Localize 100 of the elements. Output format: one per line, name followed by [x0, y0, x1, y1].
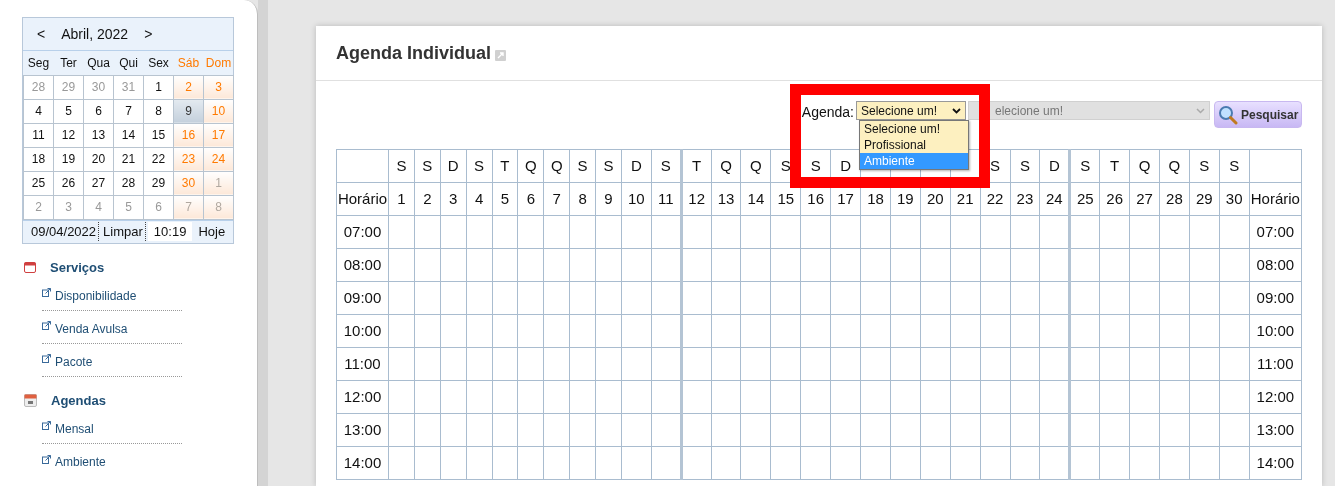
weekday-letter: D	[440, 149, 467, 183]
day-number: 8	[569, 182, 596, 216]
section-title: Agendas	[51, 391, 106, 410]
weekday-letter: S	[414, 149, 441, 183]
external-link-icon	[42, 354, 51, 363]
dropdown-option[interactable]: Profissional	[860, 137, 968, 153]
time-cell: 09:00	[1249, 281, 1302, 315]
day-number: 14	[741, 182, 771, 216]
column-header: Horário	[1249, 182, 1302, 216]
weekday-letter: T	[1099, 149, 1130, 183]
day-number: 11	[651, 182, 682, 216]
dropdown-option[interactable]: Selecione um!	[860, 121, 968, 137]
time-cell: 07:00	[1249, 215, 1302, 249]
time-cell: 14:00	[1249, 446, 1302, 480]
external-link-icon[interactable]	[495, 49, 506, 61]
weekday-letter: T	[681, 149, 712, 183]
weekday-label: Sáb	[173, 51, 204, 75]
day-number: 29	[1189, 182, 1220, 216]
calendar-day[interactable]: 4	[23, 99, 54, 123]
search-icon	[1218, 104, 1238, 125]
weekday-letter: S	[1010, 149, 1040, 183]
time-cell: 13:00	[1249, 413, 1302, 447]
weekday-letter: S	[595, 149, 622, 183]
weekday-letter: Q	[1159, 149, 1190, 183]
day-number: 22	[980, 182, 1010, 216]
sidebar-link[interactable]: Ambiente	[55, 453, 106, 471]
calendar-day[interactable]: 25	[23, 171, 54, 195]
day-number: 10	[621, 182, 652, 216]
weekday-letter: Q	[517, 149, 544, 183]
chevron-down-icon	[952, 107, 961, 114]
calendar-day[interactable]: 1	[143, 75, 174, 99]
time-cell: 11:00	[336, 347, 389, 381]
calendar-day[interactable]: 18	[23, 147, 54, 171]
day-number: 5	[492, 182, 518, 216]
external-link-icon	[42, 454, 51, 464]
day-number: 7	[543, 182, 570, 216]
time-cell: 09:00	[336, 281, 389, 315]
previous-month-button[interactable]: <	[35, 23, 48, 45]
day-number: 12	[681, 182, 712, 216]
month-title: Abril, 2022	[61, 24, 129, 44]
chevron-down-icon	[1196, 107, 1205, 114]
day-number: 6	[517, 182, 544, 216]
weekday-letter: S	[569, 149, 596, 183]
time-cell: 11:00	[1249, 347, 1302, 381]
agenda-select[interactable]: Selecione um!	[856, 101, 966, 120]
section-title: Serviços	[50, 258, 105, 277]
time-cell: 08:00	[1249, 248, 1302, 282]
weekday-label: Sex	[143, 51, 174, 75]
time-cell: 07:00	[336, 215, 389, 249]
weekday-letter: T	[492, 149, 518, 183]
day-number: 1	[388, 182, 415, 216]
calendar-icon	[24, 394, 37, 407]
time-cell: 14:00	[336, 446, 389, 480]
day-number: 2	[414, 182, 441, 216]
calendar-icon	[24, 262, 36, 273]
weekday-letter: S	[1069, 149, 1100, 183]
weekday-label: Qui	[113, 51, 144, 75]
weekday-letter: Q	[1129, 149, 1160, 183]
day-number: 3	[440, 182, 467, 216]
weekday-letter: D	[621, 149, 652, 183]
today-button[interactable]: Hoje	[194, 221, 230, 242]
weekday-letter: S	[1189, 149, 1220, 183]
sidebar-link[interactable]: Disponibilidade	[55, 286, 137, 305]
time-cell: 13:00	[336, 413, 389, 447]
day-number: 28	[1159, 182, 1190, 216]
weekday-letter: S	[466, 149, 492, 183]
time-cell: 10:00	[1249, 314, 1302, 348]
day-number: 25	[1069, 182, 1100, 216]
sidebar-link[interactable]: Mensal	[55, 419, 94, 438]
search-button[interactable]: Pesquisar	[1214, 101, 1302, 128]
day-number: 4	[466, 182, 492, 216]
time-cell: 08:00	[336, 248, 389, 282]
weekday-label: Qua	[83, 51, 114, 75]
day-number: 23	[1010, 182, 1040, 216]
next-month-button[interactable]: >	[142, 23, 155, 45]
time-cell: 10:00	[336, 314, 389, 348]
column-header: Horário	[336, 182, 389, 216]
sidebar-link[interactable]: Pacote	[55, 352, 93, 371]
external-link-icon	[42, 321, 51, 330]
weekday-letter: S	[1219, 149, 1250, 183]
time-field[interactable]: 10:19	[147, 221, 193, 242]
day-number: 9	[595, 182, 622, 216]
panel-title: Agenda Individual	[336, 41, 491, 65]
day-number: 13	[711, 182, 741, 216]
time-cell: 12:00	[336, 380, 389, 414]
external-link-icon	[42, 288, 51, 297]
weekday-letter: Q	[711, 149, 741, 183]
weekday-letter: D	[1039, 149, 1070, 183]
day-number: 26	[1099, 182, 1130, 216]
sidebar-link[interactable]: Venda Avulsa	[55, 319, 128, 338]
clear-button[interactable]: Limpar	[101, 221, 146, 242]
day-number: 24	[1039, 182, 1070, 216]
weekday-letter: Q	[741, 149, 771, 183]
calendar-day[interactable]: 11	[23, 123, 54, 147]
weekday-label: Ter	[53, 51, 84, 75]
weekday-letter: S	[388, 149, 415, 183]
agenda-label: Agenda:	[801, 103, 854, 122]
day-number: 27	[1129, 182, 1160, 216]
weekday-label: Dom	[203, 51, 234, 75]
time-cell: 12:00	[1249, 380, 1302, 414]
